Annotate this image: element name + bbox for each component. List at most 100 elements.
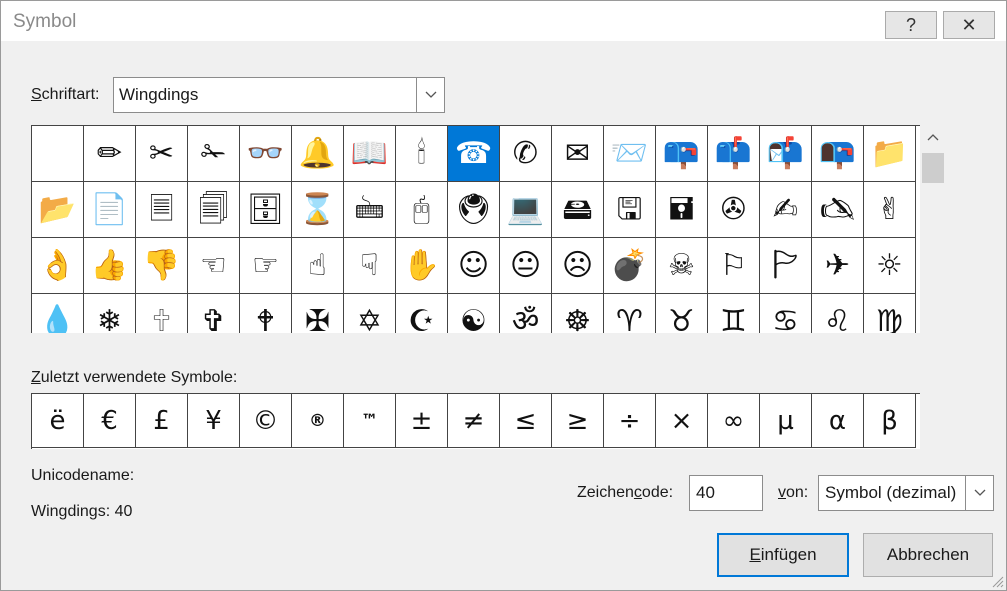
symbol-cell[interactable]: ☸	[552, 294, 604, 333]
symbol-cell[interactable]: 🗄	[240, 182, 292, 238]
symbol-cell[interactable]: 📨	[604, 126, 656, 182]
symbol-cell[interactable]: ✂	[136, 126, 188, 182]
symbol-cell[interactable]	[32, 126, 84, 182]
symbol-cell[interactable]: 📂	[32, 182, 84, 238]
help-button[interactable]: ?	[885, 11, 937, 39]
symbol-cell[interactable]: ✇	[708, 182, 760, 238]
symbol-cell[interactable]: 💣	[604, 238, 656, 294]
recent-symbol-cell[interactable]: ë	[32, 394, 84, 448]
symbol-cell[interactable]: 🖎	[812, 182, 864, 238]
symbol-cell[interactable]: ☜	[188, 238, 240, 294]
font-select[interactable]: Wingdings	[113, 77, 445, 113]
scroll-thumb[interactable]	[922, 153, 944, 183]
symbol-cell[interactable]: 📫	[708, 126, 760, 182]
symbol-cell[interactable]: ☹	[552, 238, 604, 294]
symbol-cell[interactable]: 🖬	[656, 182, 708, 238]
recent-symbol-cell[interactable]: ™	[344, 394, 396, 448]
symbol-cell[interactable]: 🔔	[292, 126, 344, 182]
symbol-cell[interactable]: 🕯	[396, 126, 448, 182]
symbol-cell[interactable]: 📄	[84, 182, 136, 238]
symbol-cell[interactable]: 💻	[500, 182, 552, 238]
symbol-cell[interactable]: 🗏	[136, 182, 188, 238]
symbol-cell[interactable]: 📖	[344, 126, 396, 182]
symbol-cell[interactable]: ♌	[812, 294, 864, 333]
recent-symbol-cell[interactable]: ≠	[448, 394, 500, 448]
symbol-cell[interactable]: ♊	[708, 294, 760, 333]
symbol-cell[interactable]: 💧	[32, 294, 84, 333]
recent-symbol-cell[interactable]: ∞	[708, 394, 760, 448]
recent-symbol-cell[interactable]: ©	[240, 394, 292, 448]
recent-symbols[interactable]: ë € £ ¥ © ® ™ ± ≠ ≤ ≥ ÷ × ∞ µ α β	[31, 393, 920, 449]
recent-symbol-cell[interactable]: ¥	[188, 394, 240, 448]
symbol-cell[interactable]: ☯	[448, 294, 500, 333]
symbol-cell[interactable]: 🖲	[448, 182, 500, 238]
symbol-cell[interactable]: 📬	[760, 126, 812, 182]
recent-symbol-cell[interactable]: ≥	[552, 394, 604, 448]
symbol-cell[interactable]: ✠	[292, 294, 344, 333]
symbol-cell[interactable]: ॐ	[500, 294, 552, 333]
symbol-cell[interactable]: ❄	[84, 294, 136, 333]
char-code-input[interactable]: 40	[689, 475, 763, 511]
symbol-cell[interactable]: ☪	[396, 294, 448, 333]
symbol-cell[interactable]: 📁	[864, 126, 916, 182]
recent-symbol-cell[interactable]: α	[812, 394, 864, 448]
symbol-cell[interactable]: 🏱	[760, 238, 812, 294]
recent-symbol-cell[interactable]: β	[864, 394, 916, 448]
symbol-cell[interactable]: ☺	[448, 238, 500, 294]
symbol-cell[interactable]: ✏	[84, 126, 136, 182]
symbol-cell[interactable]: ☟	[344, 238, 396, 294]
symbol-cell[interactable]: 📭	[812, 126, 864, 182]
symbol-cell[interactable]: ✋	[396, 238, 448, 294]
symbol-cell[interactable]: 📪	[656, 126, 708, 182]
symbol-cell[interactable]: ☼	[864, 238, 916, 294]
recent-symbol-cell[interactable]: £	[136, 394, 188, 448]
symbol-cell[interactable]: 🖫	[604, 182, 656, 238]
symbol-cell[interactable]: 🖮	[344, 182, 396, 238]
symbol-cell[interactable]: 🕈	[240, 294, 292, 333]
symbol-cell[interactable]: 👎	[136, 238, 188, 294]
symbol-cell[interactable]: ☝	[292, 238, 344, 294]
symbol-cell[interactable]: 😐	[500, 238, 552, 294]
symbol-cell[interactable]: ✌	[864, 182, 916, 238]
chevron-down-icon[interactable]	[416, 78, 444, 112]
symbol-cell[interactable]: ♉	[656, 294, 708, 333]
from-select[interactable]: Symbol (dezimal)	[818, 475, 994, 511]
recent-symbol-cell[interactable]: µ	[760, 394, 812, 448]
symbol-cell[interactable]: ✞	[188, 294, 240, 333]
symbol-cell[interactable]: ✉	[552, 126, 604, 182]
symbol-cell[interactable]: ✍	[760, 182, 812, 238]
symbol-cell[interactable]: 👓	[240, 126, 292, 182]
recent-symbol-cell[interactable]: €	[84, 394, 136, 448]
symbol-cell[interactable]: ⌛	[292, 182, 344, 238]
grid-scrollbar[interactable]	[920, 125, 946, 333]
symbol-cell[interactable]: ♍	[864, 294, 916, 333]
close-button[interactable]: ✕	[943, 11, 995, 39]
symbol-cell[interactable]: ✁	[188, 126, 240, 182]
symbol-cell[interactable]: 🕆	[136, 294, 188, 333]
cancel-button[interactable]: Abbrechen	[863, 533, 993, 577]
symbol-grid[interactable]: ✏ ✂ ✁ 👓 🔔 📖 🕯 ☎ ✆ ✉ 📨 📪 📫 📬 📭 📁 📂 📄 🗏 🗐 🗄 ⌛ 🖮 🖰 🖲 💻 🖴 🖫 🖬 ✇ ✍ 🖎 ✌ 👌 👍 👎 ☜ ☞ ☝ ☟…	[31, 125, 920, 333]
recent-symbol-cell[interactable]: ÷	[604, 394, 656, 448]
recent-symbol-cell[interactable]: ≤	[500, 394, 552, 448]
insert-button[interactable]: Einfügen	[717, 533, 849, 577]
symbol-cell[interactable]: ♈	[604, 294, 656, 333]
recent-symbol-cell[interactable]: ®	[292, 394, 344, 448]
resize-grip-icon[interactable]	[990, 574, 1004, 588]
symbol-cell[interactable]: 🖰	[396, 182, 448, 238]
symbol-cell[interactable]: ☠	[656, 238, 708, 294]
symbol-cell[interactable]: 🗐	[188, 182, 240, 238]
scroll-up-icon[interactable]	[920, 125, 946, 149]
symbol-cell[interactable]: ✡	[344, 294, 396, 333]
symbol-cell[interactable]: ✈	[812, 238, 864, 294]
recent-symbol-cell[interactable]: ×	[656, 394, 708, 448]
symbol-cell[interactable]: 🖴	[552, 182, 604, 238]
chevron-down-icon[interactable]	[965, 476, 993, 510]
symbol-cell[interactable]: ✆	[500, 126, 552, 182]
symbol-cell[interactable]: ♋	[760, 294, 812, 333]
recent-symbol-cell[interactable]: ±	[396, 394, 448, 448]
symbol-cell[interactable]: 👍	[84, 238, 136, 294]
symbol-cell-selected[interactable]: ☎	[448, 126, 500, 182]
symbol-cell[interactable]: ⚐	[708, 238, 760, 294]
symbol-cell[interactable]: 👌	[32, 238, 84, 294]
symbol-cell[interactable]: ☞	[240, 238, 292, 294]
